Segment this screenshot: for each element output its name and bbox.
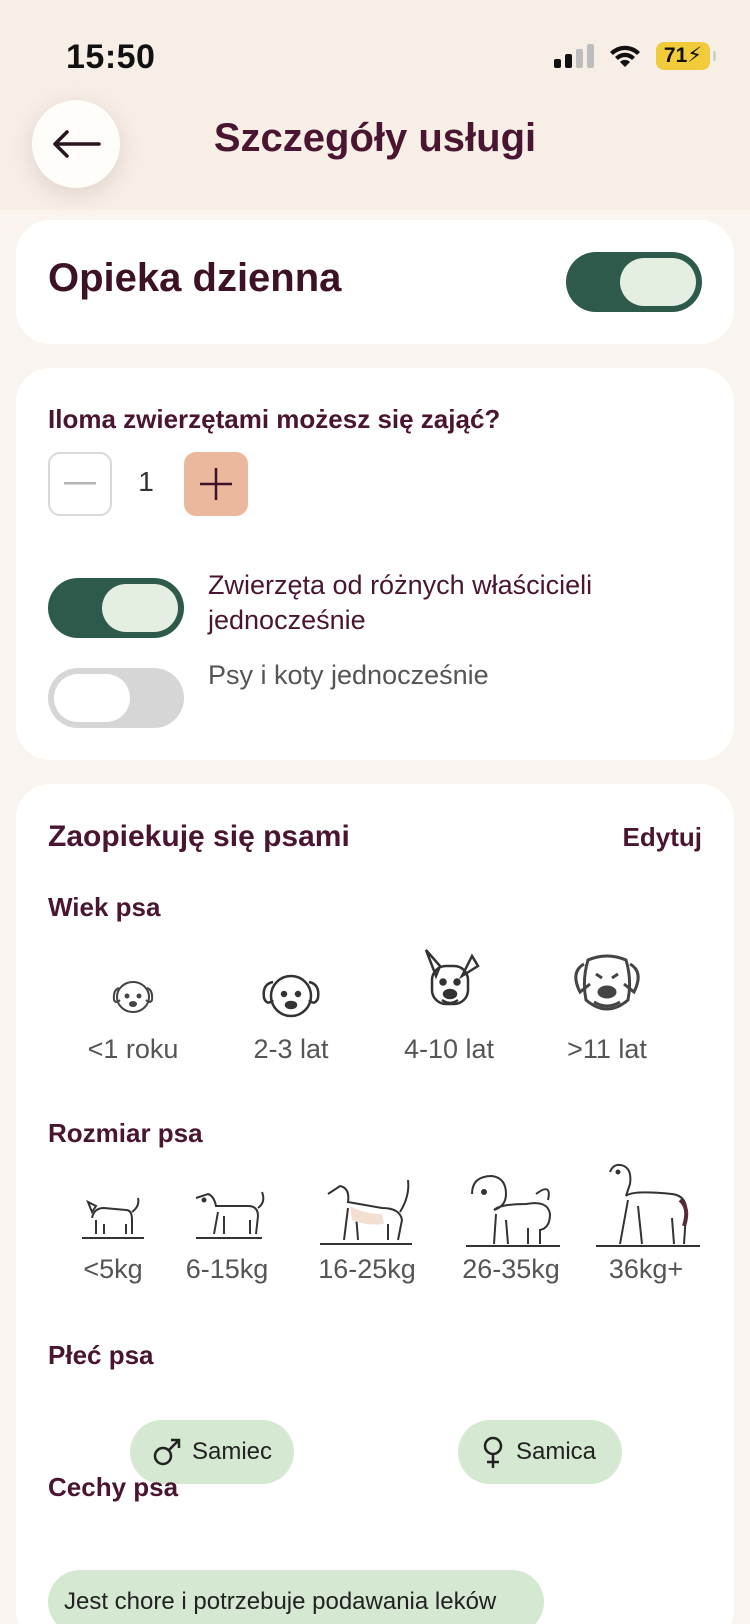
capacity-card: Iloma zwierzętami możesz się zająć? 1 Zw… — [16, 368, 734, 760]
toggle-knob — [54, 674, 130, 722]
top-bar — [0, 0, 750, 210]
age-option-young[interactable]: 2-3 lat — [216, 952, 366, 1065]
capacity-value: 1 — [138, 466, 154, 497]
large-dog-icon — [466, 1174, 560, 1247]
size-section-title: Rozmiar psa — [48, 1118, 203, 1148]
dogs-and-cats-toggle[interactable] — [48, 668, 184, 728]
decrement-button[interactable] — [48, 452, 112, 516]
size-option-tiny[interactable]: <5kg — [48, 1168, 178, 1285]
dogs-card: Zaopiekuję się psami Edytuj Wiek psa <1 … — [16, 784, 734, 1624]
age-option-adult[interactable]: 4-10 lat — [374, 936, 524, 1065]
size-label: 26-35kg — [462, 1254, 560, 1284]
toggle-knob — [620, 258, 696, 306]
dogs-section-title: Zaopiekuję się psami — [48, 820, 350, 853]
age-section-title: Wiek psa — [48, 892, 161, 922]
giant-dog-icon — [596, 1163, 700, 1247]
puppy-icon — [112, 981, 154, 1013]
capacity-question: Iloma zwierzętami możesz się zająć? — [48, 404, 501, 434]
size-option-medium[interactable]: 16-25kg — [292, 1168, 442, 1285]
trait-label: Jest chore i potrzebuje podawania leków — [64, 1588, 497, 1615]
tiny-dog-icon — [82, 1197, 144, 1239]
service-name: Opieka dzienna — [48, 256, 342, 300]
sex-option-female[interactable]: Samica — [458, 1420, 622, 1484]
minus-icon — [64, 482, 96, 485]
wifi-icon — [609, 45, 640, 67]
size-label: 36kg+ — [608, 1254, 684, 1284]
size-label: 16-25kg — [318, 1254, 416, 1284]
increment-button[interactable] — [184, 452, 248, 516]
dogs-and-cats-label: Psy i koty jednocześnie — [208, 660, 489, 690]
size-label: <5kg — [83, 1254, 143, 1284]
sex-label: Samiec — [191, 1438, 272, 1465]
young-dog-icon — [262, 974, 320, 1018]
medium-dog-icon — [320, 1179, 412, 1245]
traits-section-title: Cechy psa — [48, 1472, 179, 1502]
cellular-signal-icon — [553, 44, 594, 68]
sex-section-title: Płeć psa — [48, 1340, 154, 1370]
multi-owner-label: Zwierzęta od różnych właścicieli jednocz… — [208, 570, 593, 635]
edit-button[interactable]: Edytuj — [623, 822, 702, 853]
battery-indicator: 71⚡ — [655, 42, 717, 70]
senior-dog-icon — [574, 954, 640, 1011]
status-time: 15:50 — [66, 38, 156, 76]
status-icons: 71⚡ — [553, 42, 717, 70]
adult-dog-icon — [424, 949, 480, 1006]
toggle-knob — [102, 584, 178, 632]
plus-icon — [200, 468, 232, 500]
age-label: 4-10 lat — [403, 1034, 495, 1064]
multi-owner-toggle[interactable] — [48, 578, 184, 638]
size-option-small[interactable]: 6-15kg — [162, 1168, 292, 1285]
service-toggle[interactable] — [566, 252, 702, 312]
trait-chip[interactable]: Jest chore i potrzebuje podawania leków — [48, 1570, 544, 1624]
age-label: <1 roku — [87, 1034, 179, 1064]
service-card: Opieka dzienna — [16, 220, 734, 344]
age-option-senior[interactable]: >11 lat — [532, 936, 682, 1065]
size-option-large[interactable]: 26-35kg — [436, 1164, 586, 1285]
size-option-giant[interactable]: 36kg+ — [576, 1156, 716, 1285]
sex-label: Samica — [516, 1438, 597, 1465]
male-symbol-icon — [153, 1438, 181, 1466]
age-label: 2-3 lat — [253, 1034, 329, 1064]
size-label: 6-15kg — [185, 1254, 269, 1284]
small-dog-icon — [195, 1191, 265, 1239]
female-symbol-icon — [483, 1436, 503, 1468]
page-title: Szczegóły usługi — [213, 116, 537, 160]
age-option-puppy[interactable]: <1 roku — [58, 952, 208, 1065]
age-label: >11 lat — [567, 1034, 647, 1064]
